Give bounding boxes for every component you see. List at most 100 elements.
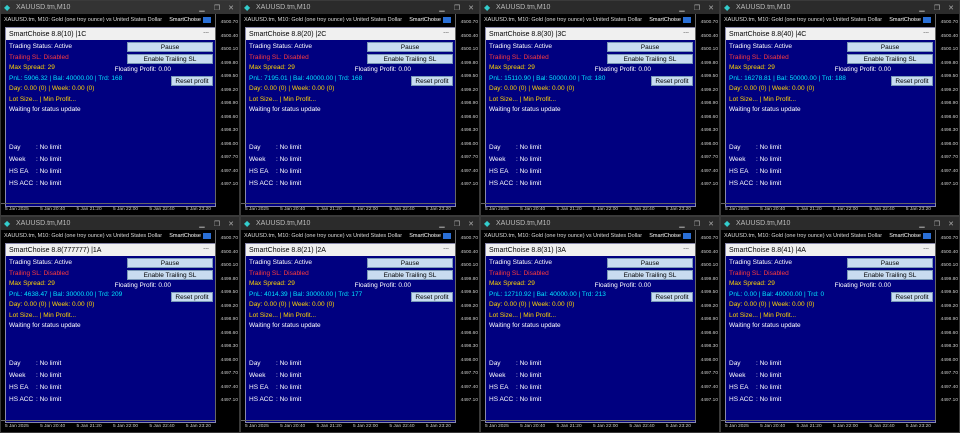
chart-window[interactable]: ◆ XAUUSD.tm,M10 ▁ ❐ ✕ XAUUSD.tm, M10: Go…	[240, 0, 480, 216]
chart-area[interactable]: XAUUSD.tm, M10: Gold (one troy ounce) vs…	[241, 14, 479, 215]
chart-window[interactable]: ◆ XAUUSD.tm,M10 ▁ ❐ ✕ XAUUSD.tm, M10: Go…	[480, 216, 720, 433]
time-axis[interactable]: 5 Jan 2025 5 Jan 20:40 5 Jan 21:20 5 Jan 22…	[481, 420, 695, 432]
chart-area[interactable]: XAUUSD.tm, M10: Gold (one troy ounce) vs…	[241, 230, 479, 432]
close-icon[interactable]: ✕	[224, 217, 238, 230]
time-axis[interactable]: 5 Jan 2025 5 Jan 20:40 5 Jan 21:20 5 Jan 22…	[721, 420, 935, 432]
window-titlebar[interactable]: ◆ XAUUSD.tm,M10 ▁ ❐ ✕	[481, 1, 719, 14]
window-titlebar[interactable]: ◆ XAUUSD.tm,M10 ▁ ❐ ✕	[1, 217, 239, 230]
panel-title-bar[interactable]: SmartChoise 8.8(31) |3A ...	[486, 244, 695, 256]
price-axis[interactable]: 4500.70 4500.40 4500.10 4499.80 4499.50 4499.…	[935, 14, 959, 203]
time-axis[interactable]: 5 Jan 2025 5 Jan 20:40 5 Jan 21:20 5 Jan 22…	[241, 203, 455, 215]
time-axis[interactable]: 5 Jan 2025 5 Jan 20:40 5 Jan 21:20 5 Jan 22…	[481, 203, 695, 215]
time-axis[interactable]: 5 Jan 2025 5 Jan 20:40 5 Jan 21:20 5 Jan 22…	[1, 420, 215, 432]
enable-trailing-button[interactable]: Enable Trailing SL	[127, 54, 213, 64]
panel-title-bar[interactable]: SmartChoise 8.8(20) |2C ...	[246, 28, 455, 40]
close-icon[interactable]: ✕	[944, 217, 958, 230]
pause-button[interactable]: Pause	[367, 258, 453, 268]
chart-area[interactable]: XAUUSD.tm, M10: Gold (one troy ounce) vs…	[721, 230, 959, 432]
close-icon[interactable]: ✕	[704, 1, 718, 14]
enable-trailing-button[interactable]: Enable Trailing SL	[847, 54, 933, 64]
reset-profit-button[interactable]: Reset profit	[411, 292, 453, 302]
minimize-icon[interactable]: ▁	[195, 1, 209, 14]
pause-button[interactable]: Pause	[127, 42, 213, 52]
window-titlebar[interactable]: ◆ XAUUSD.tm,M10 ▁ ❐ ✕	[721, 1, 959, 14]
chart-window[interactable]: ◆ XAUUSD.tm,M10 ▁ ❐ ✕ XAUUSD.tm, M10: Go…	[240, 216, 480, 433]
minimize-icon[interactable]: ▁	[915, 1, 929, 14]
reset-profit-button[interactable]: Reset profit	[891, 76, 933, 86]
panel-title-bar[interactable]: SmartChoise 8.8(21) |2A ...	[246, 244, 455, 256]
chart-area[interactable]: XAUUSD.tm, M10: Gold (one troy ounce) vs…	[721, 14, 959, 215]
window-titlebar[interactable]: ◆ XAUUSD.tm,M10 ▁ ❐ ✕	[1, 1, 239, 14]
window-titlebar[interactable]: ◆ XAUUSD.tm,M10 ▁ ❐ ✕	[721, 217, 959, 230]
panel-menu-icon[interactable]: ...	[203, 28, 209, 35]
pause-button[interactable]: Pause	[607, 258, 693, 268]
restore-icon[interactable]: ❐	[690, 217, 704, 230]
chart-window[interactable]: ◆ XAUUSD.tm,M10 ▁ ❐ ✕ XAUUSD.tm, M10: Go…	[0, 216, 240, 433]
reset-profit-button[interactable]: Reset profit	[171, 76, 213, 86]
close-icon[interactable]: ✕	[464, 217, 478, 230]
minimize-icon[interactable]: ▁	[915, 217, 929, 230]
window-titlebar[interactable]: ◆ XAUUSD.tm,M10 ▁ ❐ ✕	[241, 217, 479, 230]
restore-icon[interactable]: ❐	[450, 217, 464, 230]
panel-title-bar[interactable]: SmartChoise 8.8(40) |4C ...	[726, 28, 935, 40]
close-icon[interactable]: ✕	[704, 217, 718, 230]
chart-window[interactable]: ◆ XAUUSD.tm,M10 ▁ ❐ ✕ XAUUSD.tm, M10: Go…	[720, 216, 960, 433]
chart-area[interactable]: XAUUSD.tm, M10: Gold (one troy ounce) vs…	[481, 230, 719, 432]
restore-icon[interactable]: ❐	[690, 1, 704, 14]
reset-profit-button[interactable]: Reset profit	[891, 292, 933, 302]
minimize-icon[interactable]: ▁	[675, 217, 689, 230]
chart-window[interactable]: ◆ XAUUSD.tm,M10 ▁ ❐ ✕ XAUUSD.tm, M10: Go…	[480, 0, 720, 216]
enable-trailing-button[interactable]: Enable Trailing SL	[607, 54, 693, 64]
pause-button[interactable]: Pause	[847, 42, 933, 52]
panel-menu-icon[interactable]: ...	[923, 28, 929, 35]
window-titlebar[interactable]: ◆ XAUUSD.tm,M10 ▁ ❐ ✕	[481, 217, 719, 230]
restore-icon[interactable]: ❐	[210, 217, 224, 230]
window-titlebar[interactable]: ◆ XAUUSD.tm,M10 ▁ ❐ ✕	[241, 1, 479, 14]
panel-title-bar[interactable]: SmartChoise 8.8(10) |1C ...	[6, 28, 215, 40]
chart-area[interactable]: XAUUSD.tm, M10: Gold (one troy ounce) vs…	[481, 14, 719, 215]
chart-window[interactable]: ◆ XAUUSD.tm,M10 ▁ ❐ ✕ XAUUSD.tm, M10: Go…	[720, 0, 960, 216]
chart-window[interactable]: ◆ XAUUSD.tm,M10 ▁ ❐ ✕ XAUUSD.tm, M10: Go…	[0, 0, 240, 216]
minimize-icon[interactable]: ▁	[195, 217, 209, 230]
minimize-icon[interactable]: ▁	[675, 1, 689, 14]
minimize-icon[interactable]: ▁	[435, 1, 449, 14]
panel-title-bar[interactable]: SmartChoise 8.8(777777) |1A ...	[6, 244, 215, 256]
time-axis[interactable]: 5 Jan 2025 5 Jan 20:40 5 Jan 21:20 5 Jan 22…	[241, 420, 455, 432]
panel-title-bar[interactable]: SmartChoise 8.8(30) |3C ...	[486, 28, 695, 40]
panel-menu-icon[interactable]: ...	[683, 28, 689, 35]
reset-profit-button[interactable]: Reset profit	[651, 292, 693, 302]
panel-menu-icon[interactable]: ...	[443, 244, 449, 251]
restore-icon[interactable]: ❐	[450, 1, 464, 14]
time-axis[interactable]: 5 Jan 2025 5 Jan 20:40 5 Jan 21:20 5 Jan 22…	[721, 203, 935, 215]
panel-menu-icon[interactable]: ...	[203, 244, 209, 251]
enable-trailing-button[interactable]: Enable Trailing SL	[607, 270, 693, 280]
price-axis[interactable]: 4500.70 4500.40 4500.10 4499.80 4499.50 4499.…	[695, 230, 719, 420]
reset-profit-button[interactable]: Reset profit	[171, 292, 213, 302]
time-axis[interactable]: 5 Jan 2025 5 Jan 20:40 5 Jan 21:20 5 Jan 22…	[1, 203, 215, 215]
restore-icon[interactable]: ❐	[930, 1, 944, 14]
price-axis[interactable]: 4500.70 4500.40 4500.10 4499.80 4499.50 4499.…	[215, 14, 239, 203]
close-icon[interactable]: ✕	[464, 1, 478, 14]
pause-button[interactable]: Pause	[127, 258, 213, 268]
price-axis[interactable]: 4500.70 4500.40 4500.10 4499.80 4499.50 4499.…	[695, 14, 719, 203]
panel-menu-icon[interactable]: ...	[923, 244, 929, 251]
price-axis[interactable]: 4500.70 4500.40 4500.10 4499.80 4499.50 4499.…	[935, 230, 959, 420]
panel-menu-icon[interactable]: ...	[683, 244, 689, 251]
panel-menu-icon[interactable]: ...	[443, 28, 449, 35]
close-icon[interactable]: ✕	[944, 1, 958, 14]
panel-title-bar[interactable]: SmartChoise 8.8(41) |4A ...	[726, 244, 935, 256]
close-icon[interactable]: ✕	[224, 1, 238, 14]
pause-button[interactable]: Pause	[847, 258, 933, 268]
restore-icon[interactable]: ❐	[930, 217, 944, 230]
enable-trailing-button[interactable]: Enable Trailing SL	[367, 270, 453, 280]
restore-icon[interactable]: ❐	[210, 1, 224, 14]
minimize-icon[interactable]: ▁	[435, 217, 449, 230]
enable-trailing-button[interactable]: Enable Trailing SL	[367, 54, 453, 64]
pause-button[interactable]: Pause	[607, 42, 693, 52]
price-axis[interactable]: 4500.70 4500.40 4500.10 4499.80 4499.50 4499.…	[455, 230, 479, 420]
enable-trailing-button[interactable]: Enable Trailing SL	[847, 270, 933, 280]
pause-button[interactable]: Pause	[367, 42, 453, 52]
reset-profit-button[interactable]: Reset profit	[411, 76, 453, 86]
reset-profit-button[interactable]: Reset profit	[651, 76, 693, 86]
price-axis[interactable]: 4500.70 4500.40 4500.10 4499.80 4499.50 4499.…	[455, 14, 479, 203]
